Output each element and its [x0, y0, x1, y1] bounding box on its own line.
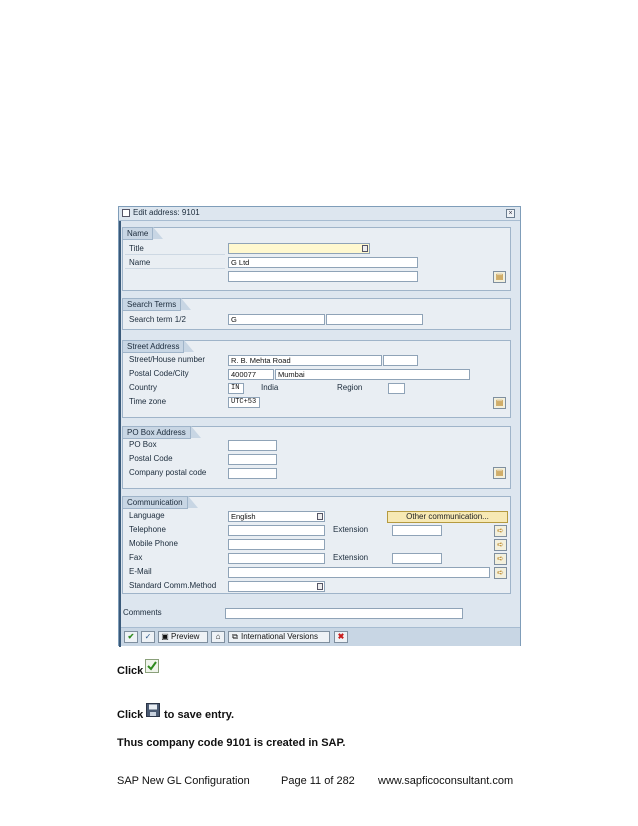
preview-icon: ▣	[161, 632, 169, 641]
language-value: English	[231, 512, 256, 521]
group-po-box: PO Box Address PO Box Postal Code Compan…	[122, 426, 511, 489]
pobox-postal-field[interactable]	[228, 454, 277, 465]
company-postal-label: Company postal code	[129, 468, 207, 477]
group-communication: Communication Language English Other com…	[122, 496, 511, 594]
cancel-icon[interactable]: ✖	[334, 631, 348, 643]
checkmark-icon	[145, 659, 159, 673]
close-icon[interactable]: ×	[506, 209, 515, 218]
dropdown-icon[interactable]	[362, 245, 368, 252]
result-text: Thus company code 9101 is created in SAP…	[117, 737, 346, 749]
extension-field[interactable]	[392, 525, 442, 536]
search-term-label: Search term 1/2	[129, 315, 186, 324]
group-name-title: Name	[123, 227, 164, 240]
pobox-label: PO Box	[129, 440, 157, 449]
mobile-field[interactable]	[228, 539, 325, 550]
fax-field[interactable]	[228, 553, 325, 564]
group-communication-title: Communication	[123, 496, 198, 509]
title-field[interactable]	[228, 243, 370, 254]
group-name: Name Title Name G Ltd ▤	[122, 227, 511, 291]
mobile-label: Mobile Phone	[129, 539, 178, 548]
country-label: Country	[129, 383, 158, 392]
check-icon[interactable]: ✓	[141, 631, 155, 643]
language-field[interactable]: English	[228, 511, 325, 522]
dropdown-icon[interactable]	[317, 513, 323, 520]
search-term2-field[interactable]	[326, 314, 423, 325]
arrow-right-icon[interactable]: ➪	[494, 525, 507, 537]
arrow-right-icon[interactable]: ➪	[494, 553, 507, 565]
house-number-field[interactable]	[383, 355, 418, 366]
extension-label: Extension	[333, 525, 369, 534]
checkmark-icon[interactable]: ✔	[124, 631, 138, 643]
save-icon	[146, 703, 160, 717]
std-method-field[interactable]	[228, 581, 325, 592]
copy-icon: ⧉	[232, 632, 238, 641]
preview-label: Preview	[171, 632, 200, 641]
save-instruction: to save entry.	[164, 709, 235, 721]
fax-extension-field[interactable]	[392, 553, 442, 564]
search-term1-field[interactable]: G	[228, 314, 325, 325]
international-versions-button[interactable]: ⧉ International Versions	[228, 631, 330, 643]
language-label: Language	[129, 511, 165, 520]
street-label: Street/House number	[129, 355, 206, 364]
lock-icon[interactable]: ⌂	[211, 631, 225, 643]
country-field[interactable]: IN	[228, 383, 244, 394]
more-fields-icon[interactable]: ▤	[493, 467, 506, 479]
timezone-label: Time zone	[129, 397, 167, 406]
postal-city-label: Postal Code/City	[129, 369, 189, 378]
telephone-label: Telephone	[129, 525, 166, 534]
footer-left: SAP New GL Configuration	[117, 775, 250, 787]
region-label: Region	[337, 383, 363, 392]
region-field[interactable]	[388, 383, 405, 394]
street-field[interactable]: R. B. Mehta Road	[228, 355, 382, 366]
group-street-title: Street Address	[123, 340, 196, 353]
group-street-address: Street Address Street/House number R. B.…	[122, 340, 511, 418]
name-field[interactable]: G Ltd	[228, 257, 418, 268]
footer-website: www.sapficoconsultant.com	[378, 775, 514, 787]
dialog-left-edge	[119, 207, 121, 647]
group-search-title: Search Terms	[123, 298, 192, 311]
other-communication-button[interactable]: Other communication...	[387, 511, 508, 523]
fax-label: Fax	[129, 553, 143, 562]
timezone-field[interactable]: UTC+53	[228, 397, 260, 408]
intl-label: International Versions	[241, 632, 318, 641]
name-label: Name	[129, 258, 151, 267]
postal-code-field[interactable]: 400077	[228, 369, 274, 380]
title-label: Title	[129, 244, 144, 253]
telephone-field[interactable]	[228, 525, 325, 536]
group-search-terms: Search Terms Search term 1/2 G	[122, 298, 511, 330]
dialog-toolbar: ✔ ✓ ▣ Preview ⌂ ⧉ International Versions ✖	[121, 627, 520, 646]
company-postal-field[interactable]	[228, 468, 277, 479]
email-label: E-Mail	[129, 567, 152, 576]
pobox-field[interactable]	[228, 440, 277, 451]
pobox-postal-label: Postal Code	[129, 454, 173, 463]
comments-label: Comments	[123, 608, 162, 617]
click-instruction-1: Click	[117, 665, 144, 677]
group-pobox-title: PO Box Address	[123, 426, 201, 439]
edit-address-dialog: Edit address: 9101 × Name Title Name G L…	[118, 206, 521, 647]
country-name: India	[261, 383, 279, 392]
arrow-right-icon[interactable]: ➪	[494, 539, 507, 551]
more-fields-icon[interactable]: ▤	[493, 271, 506, 283]
preview-button[interactable]: ▣ Preview	[158, 631, 208, 643]
dialog-icon	[122, 209, 130, 217]
arrow-right-icon[interactable]: ➪	[494, 567, 507, 579]
comments-field[interactable]	[225, 608, 463, 619]
email-field[interactable]	[228, 567, 490, 578]
city-field[interactable]: Mumbai	[275, 369, 470, 380]
dropdown-icon[interactable]	[317, 583, 323, 590]
dialog-title: Edit address: 9101	[133, 208, 200, 217]
fax-extension-label: Extension	[333, 553, 369, 562]
name2-field[interactable]	[228, 271, 418, 282]
dialog-titlebar: Edit address: 9101 ×	[119, 207, 520, 221]
footer-page-number: Page 11 of 282	[281, 775, 355, 787]
std-method-label: Standard Comm.Method	[129, 581, 217, 590]
click-instruction-2: Click	[117, 709, 144, 721]
more-fields-icon[interactable]: ▤	[493, 397, 506, 409]
